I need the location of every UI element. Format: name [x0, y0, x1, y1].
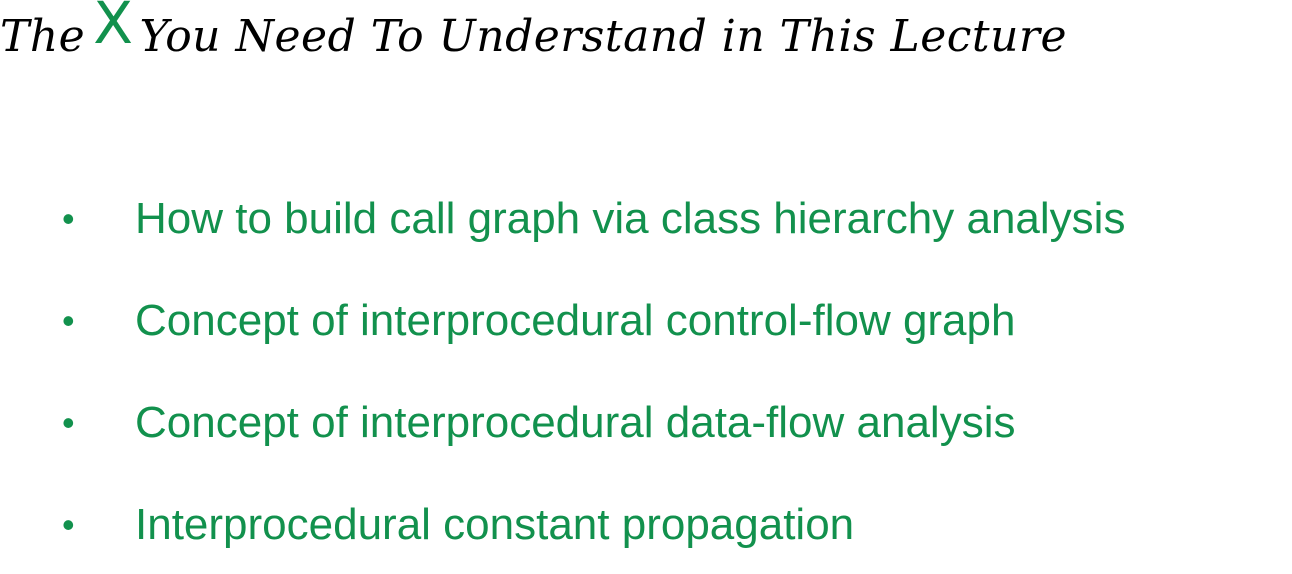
bullet-text: How to build call graph via class hierar… — [135, 194, 1126, 243]
slide-title: The X You Need To Understand in This Lectu… — [0, 0, 1067, 66]
bullet-icon: • — [62, 198, 75, 239]
title-prefix: The — [0, 11, 86, 62]
title-suffix: You Need To Understand in This Lecture — [139, 11, 1067, 62]
bullet-icon: • — [62, 300, 75, 341]
bullet-text: Concept of interprocedural data-flow ana… — [135, 398, 1016, 447]
bullet-icon: • — [62, 402, 75, 443]
bullet-text: Interprocedural constant propagation — [135, 500, 855, 549]
title-x-mark: X — [93, 0, 134, 57]
slide: The X You Need To Understand in This Lectu… — [0, 0, 1292, 574]
bullet-icon: • — [62, 504, 75, 545]
bullet-text: Concept of interprocedural control-flow … — [135, 296, 1016, 345]
